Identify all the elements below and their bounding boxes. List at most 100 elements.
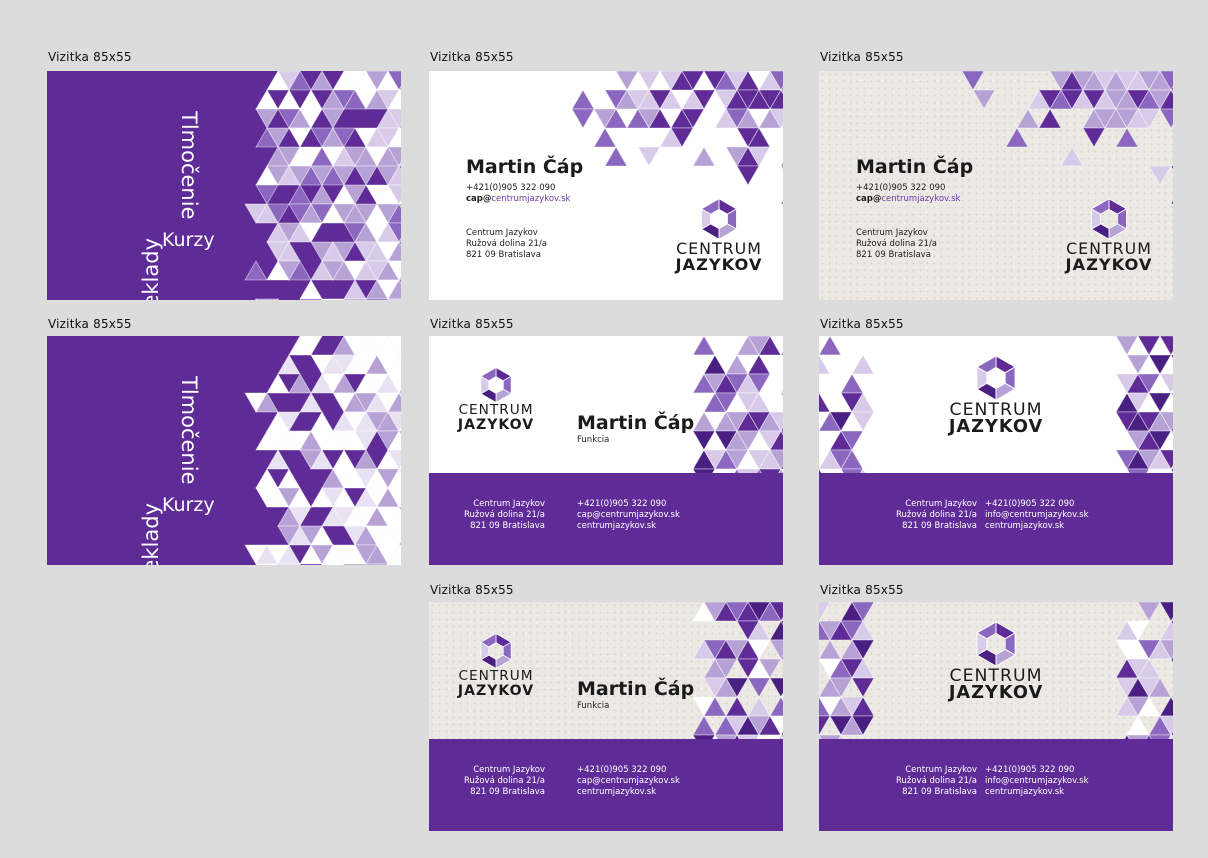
card-label: Vizitka 85x55 [430,583,514,597]
company-city: 821 09 Bratislava [902,521,977,531]
business-card-back-2: Preklady Tlmočenie Kurzy [47,336,401,565]
card-label: Vizitka 85x55 [820,583,904,597]
company-name: Centrum Jazykov [473,765,545,775]
phone-text: +421(0)905 322 090 [577,499,667,509]
card-label: Vizitka 85x55 [48,317,132,331]
company-city: 821 09 Bratislava [466,250,541,260]
business-card-front-paper: Martin Čáp +421(0)905 322 090 cap@centru… [819,71,1173,300]
contact-block: +421(0)905 322 090 cap@centrumjazykov.sk… [577,499,680,532]
centrum-jazykov-logo: CENTRUM JAZYKOV [1059,197,1159,273]
contact-block: +421(0)905 322 090 info@centrumjazykov.s… [985,499,1089,532]
hexagon-triangles-icon [1090,197,1128,241]
email-user: cap@ [466,194,492,204]
phone-text: +421(0)905 322 090 [856,183,946,193]
centrum-jazykov-logo: CENTRUM JAZYKOV [944,354,1048,437]
contact-block: +421(0)905 322 090 cap@centrumjazykov.sk… [577,765,680,798]
company-city: 821 09 Bratislava [902,787,977,797]
email-text: cap@centrumjazykov.sk [856,194,960,205]
company-city: 821 09 Bratislava [470,521,545,531]
company-street: Ružová dolina 21/a [463,510,545,520]
service-preklady: Preklady [139,502,163,565]
phone-text: +421(0)905 322 090 [466,183,556,193]
service-kurzy: Kurzy [162,494,215,516]
logo-word-jazykov: JAZYKOV [457,416,535,433]
business-card-front-white: Martin Čáp +421(0)905 322 090 cap@centru… [429,71,783,300]
logo-word-jazykov: JAZYKOV [948,683,1044,704]
web-text: centrumjazykov.sk [985,521,1065,531]
company-name: Centrum Jazykov [856,228,928,238]
company-street: Ružová dolina 21/a [895,776,977,786]
address-block: Centrum Jazykov Ružová dolina 21/a 821 0… [445,765,545,798]
service-tlmocenie: Tlmočenie [177,376,201,485]
email-text: cap@centrumjazykov.sk [577,510,680,520]
contact-block: +421(0)905 322 090 info@centrumjazykov.s… [985,765,1089,798]
card-label: Vizitka 85x55 [430,317,514,331]
person-name: Martin Čáp [856,156,974,178]
address-block: Centrum Jazykov Ružová dolina 21/a 821 0… [856,228,937,261]
address-block: Centrum Jazykov Ružová dolina 21/a 821 0… [466,228,547,261]
business-card-front-white-band: CENTRUM JAZYKOV Martin Čáp Funkcia Centru… [429,336,783,565]
hexagon-triangles-icon [480,366,512,404]
contact-block: +421(0)905 322 090 cap@centrumjazykov.sk [466,183,570,205]
person-function: Funkcia [577,435,610,445]
centrum-jazykov-logo: CENTRUM JAZYKOV [944,620,1048,703]
service-preklady: Preklady [139,237,163,300]
logo-word-jazykov: JAZYKOV [948,417,1044,438]
address-block: Centrum Jazykov Ružová dolina 21/a 821 0… [445,499,545,532]
business-card-back-1: Preklady Tlmočenie Kurzy [47,71,401,300]
email-domain: centrumjazykov.sk [491,194,571,204]
card-label: Vizitka 85x55 [820,50,904,64]
company-name: Centrum Jazykov [466,228,538,238]
service-tlmocenie: Tlmočenie [177,111,201,220]
email-text: cap@centrumjazykov.sk [577,776,680,786]
company-city: 821 09 Bratislava [470,787,545,797]
hexagon-triangles-icon [975,621,1017,667]
card-label: Vizitka 85x55 [430,50,514,64]
logo-word-jazykov: JAZYKOV [675,254,763,274]
contact-block: +421(0)905 322 090 cap@centrumjazykov.sk [856,183,960,205]
person-name: Martin Čáp [577,412,695,434]
logo-word-centrum: CENTRUM [458,668,534,684]
web-text: centrumjazykov.sk [985,787,1065,797]
company-street: Ružová dolina 21/a [895,510,977,520]
centrum-jazykov-logo: CENTRUM JAZYKOV [669,197,769,273]
hexagon-triangles-icon [700,197,738,241]
logo-word-centrum: CENTRUM [458,402,534,418]
logo-word-jazykov: JAZYKOV [457,682,535,699]
email-domain: centrumjazykov.sk [881,194,961,204]
phone-text: +421(0)905 322 090 [985,499,1075,509]
triangle-pattern [244,336,401,565]
email-user: cap@ [856,194,882,204]
phone-text: +421(0)905 322 090 [985,765,1075,775]
business-card-front-paper-band: CENTRUM JAZYKOV Martin Čáp Funkcia Centru… [429,602,783,831]
company-street: Ružová dolina 21/a [466,239,548,249]
triangle-pattern [244,71,401,300]
email-text: cap@centrumjazykov.sk [466,194,570,205]
centrum-jazykov-logo: CENTRUM JAZYKOV [451,632,541,698]
address-block: Centrum Jazykov Ružová dolina 21/a 821 0… [877,765,977,798]
card-label: Vizitka 85x55 [820,317,904,331]
hexagon-triangles-icon [480,632,512,670]
info-email-text: info@centrumjazykov.sk [985,776,1089,786]
service-kurzy: Kurzy [162,229,215,251]
business-card-company-white: CENTRUM JAZYKOV Centrum Jazykov Ružová do… [819,336,1173,565]
centrum-jazykov-logo: CENTRUM JAZYKOV [451,366,541,432]
info-email-text: info@centrumjazykov.sk [985,510,1089,520]
person-name: Martin Čáp [577,678,695,700]
web-text: centrumjazykov.sk [577,787,657,797]
address-block: Centrum Jazykov Ružová dolina 21/a 821 0… [877,499,977,532]
company-name: Centrum Jazykov [905,499,977,509]
business-card-company-paper: CENTRUM JAZYKOV Centrum Jazykov Ružová do… [819,602,1173,831]
company-street: Ružová dolina 21/a [463,776,545,786]
person-function: Funkcia [577,701,610,711]
card-label: Vizitka 85x55 [48,50,132,64]
company-name: Centrum Jazykov [473,499,545,509]
logo-word-jazykov: JAZYKOV [1065,254,1153,274]
company-name: Centrum Jazykov [905,765,977,775]
hexagon-triangles-icon [975,355,1017,401]
company-city: 821 09 Bratislava [856,250,931,260]
person-name: Martin Čáp [466,156,584,178]
company-street: Ružová dolina 21/a [856,239,938,249]
web-text: centrumjazykov.sk [577,521,657,531]
phone-text: +421(0)905 322 090 [577,765,667,775]
